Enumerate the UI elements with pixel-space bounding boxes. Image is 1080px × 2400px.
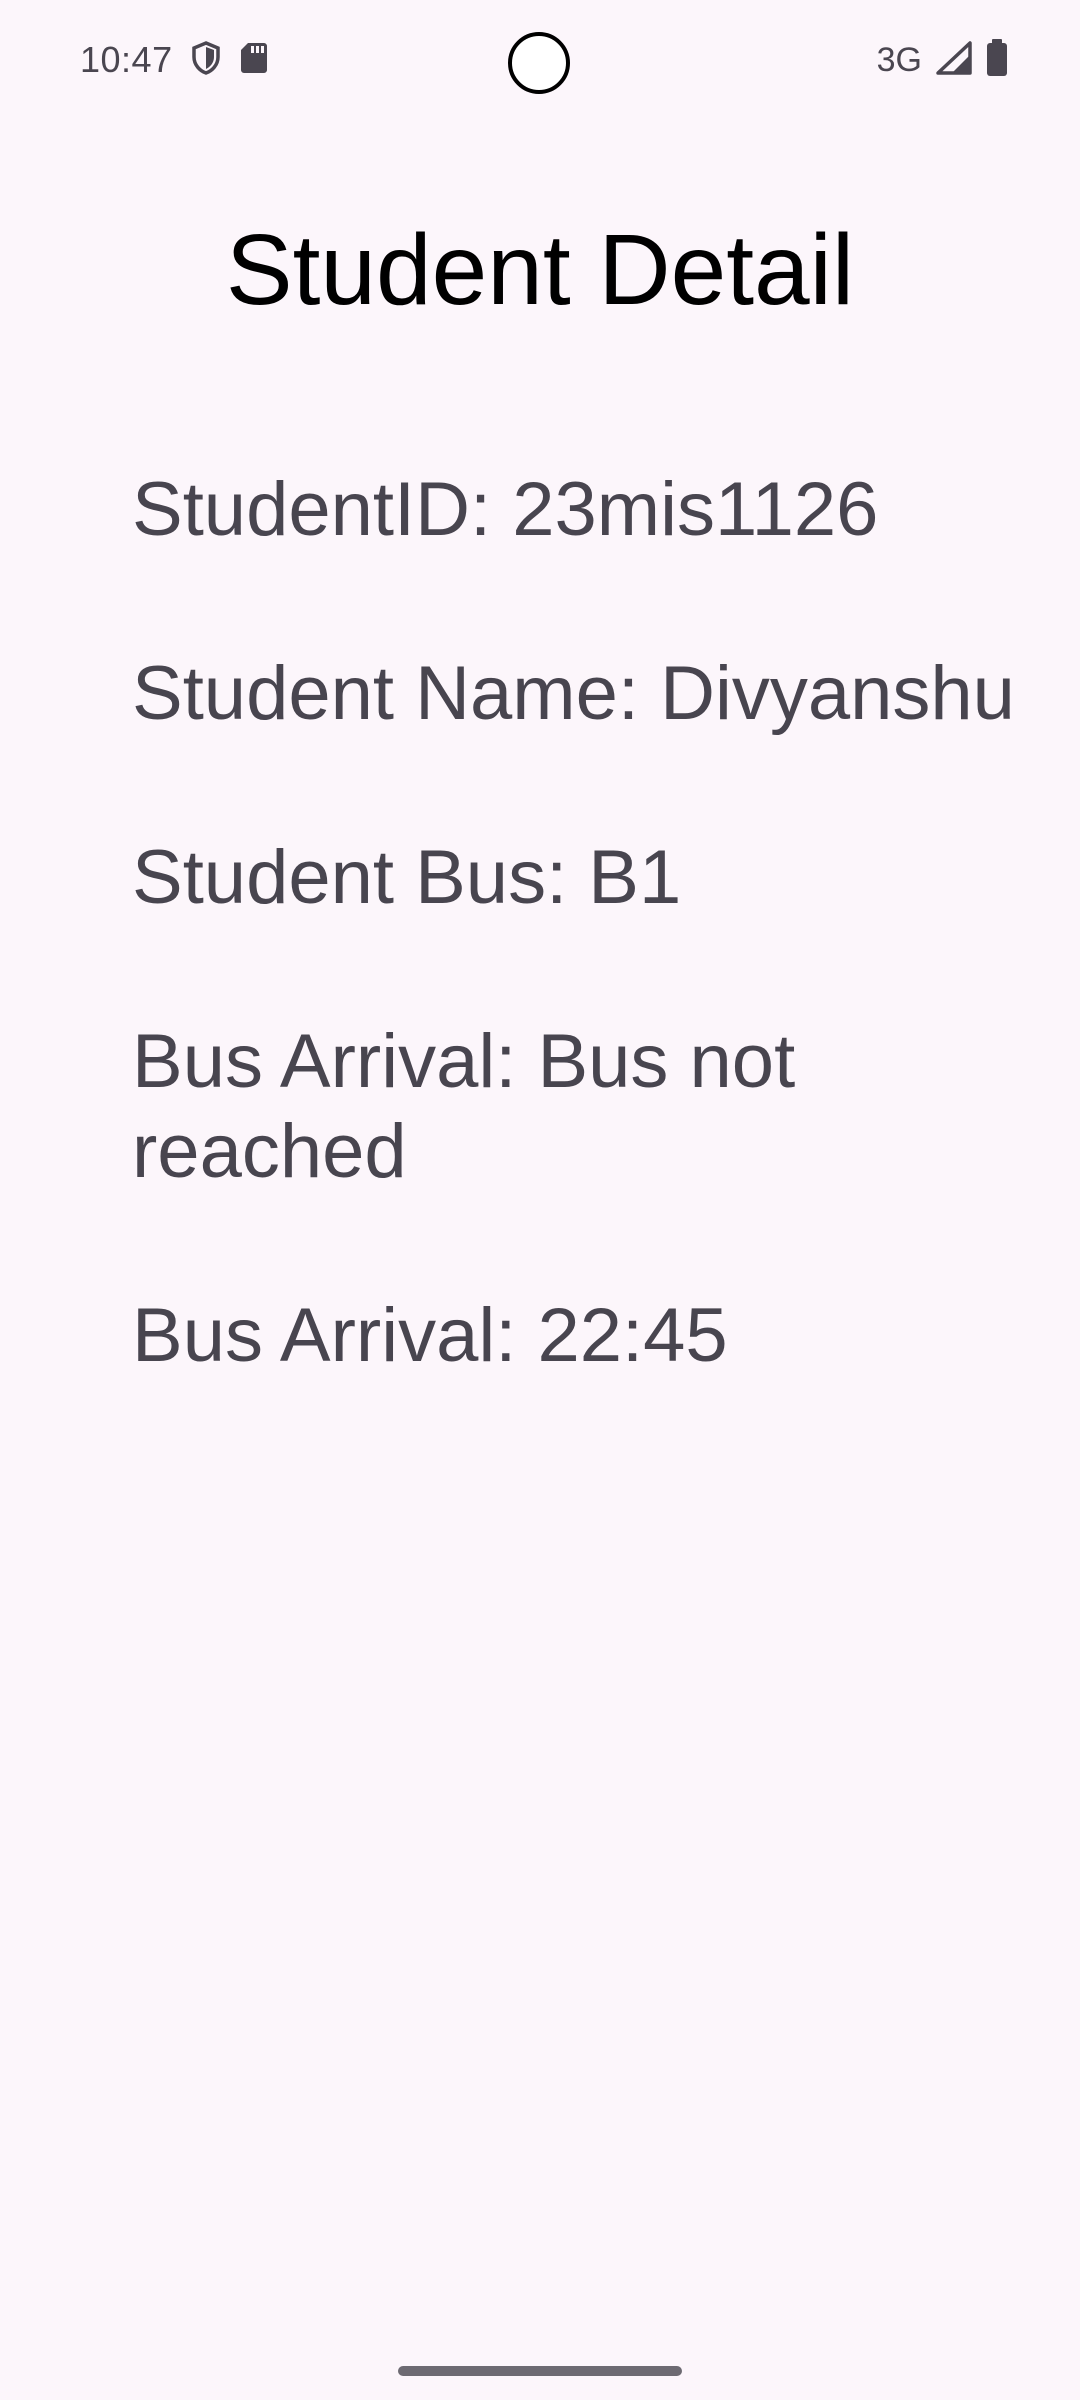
camera-cutout (508, 32, 570, 94)
signal-icon (936, 40, 972, 80)
student-name-text: Student Name: Divyanshu (132, 651, 1015, 736)
status-time: 10:47 (80, 39, 173, 80)
student-id-text: StudentID: 23mis1126 (132, 467, 879, 552)
status-bar: 10:47 3G (0, 0, 1080, 120)
sd-card-icon (239, 41, 269, 80)
student-bus-text: Student Bus: B1 (132, 835, 682, 920)
shield-icon (191, 40, 221, 80)
student-detail-list: StudentID: 23mis1126 Student Name: Divya… (132, 465, 1052, 1475)
status-left-group: 10:47 (80, 36, 269, 84)
bus-arrival-time-text: Bus Arrival: 22:45 (132, 1293, 728, 1378)
bus-arrival-status-text: Bus Arrival: Bus not reached (132, 1019, 796, 1194)
status-right-group: 3G (877, 36, 1008, 84)
battery-icon (986, 38, 1008, 82)
network-type-label: 3G (876, 40, 922, 79)
page-title: Student Detail (225, 214, 855, 326)
gesture-navigation-bar[interactable] (398, 2366, 682, 2376)
